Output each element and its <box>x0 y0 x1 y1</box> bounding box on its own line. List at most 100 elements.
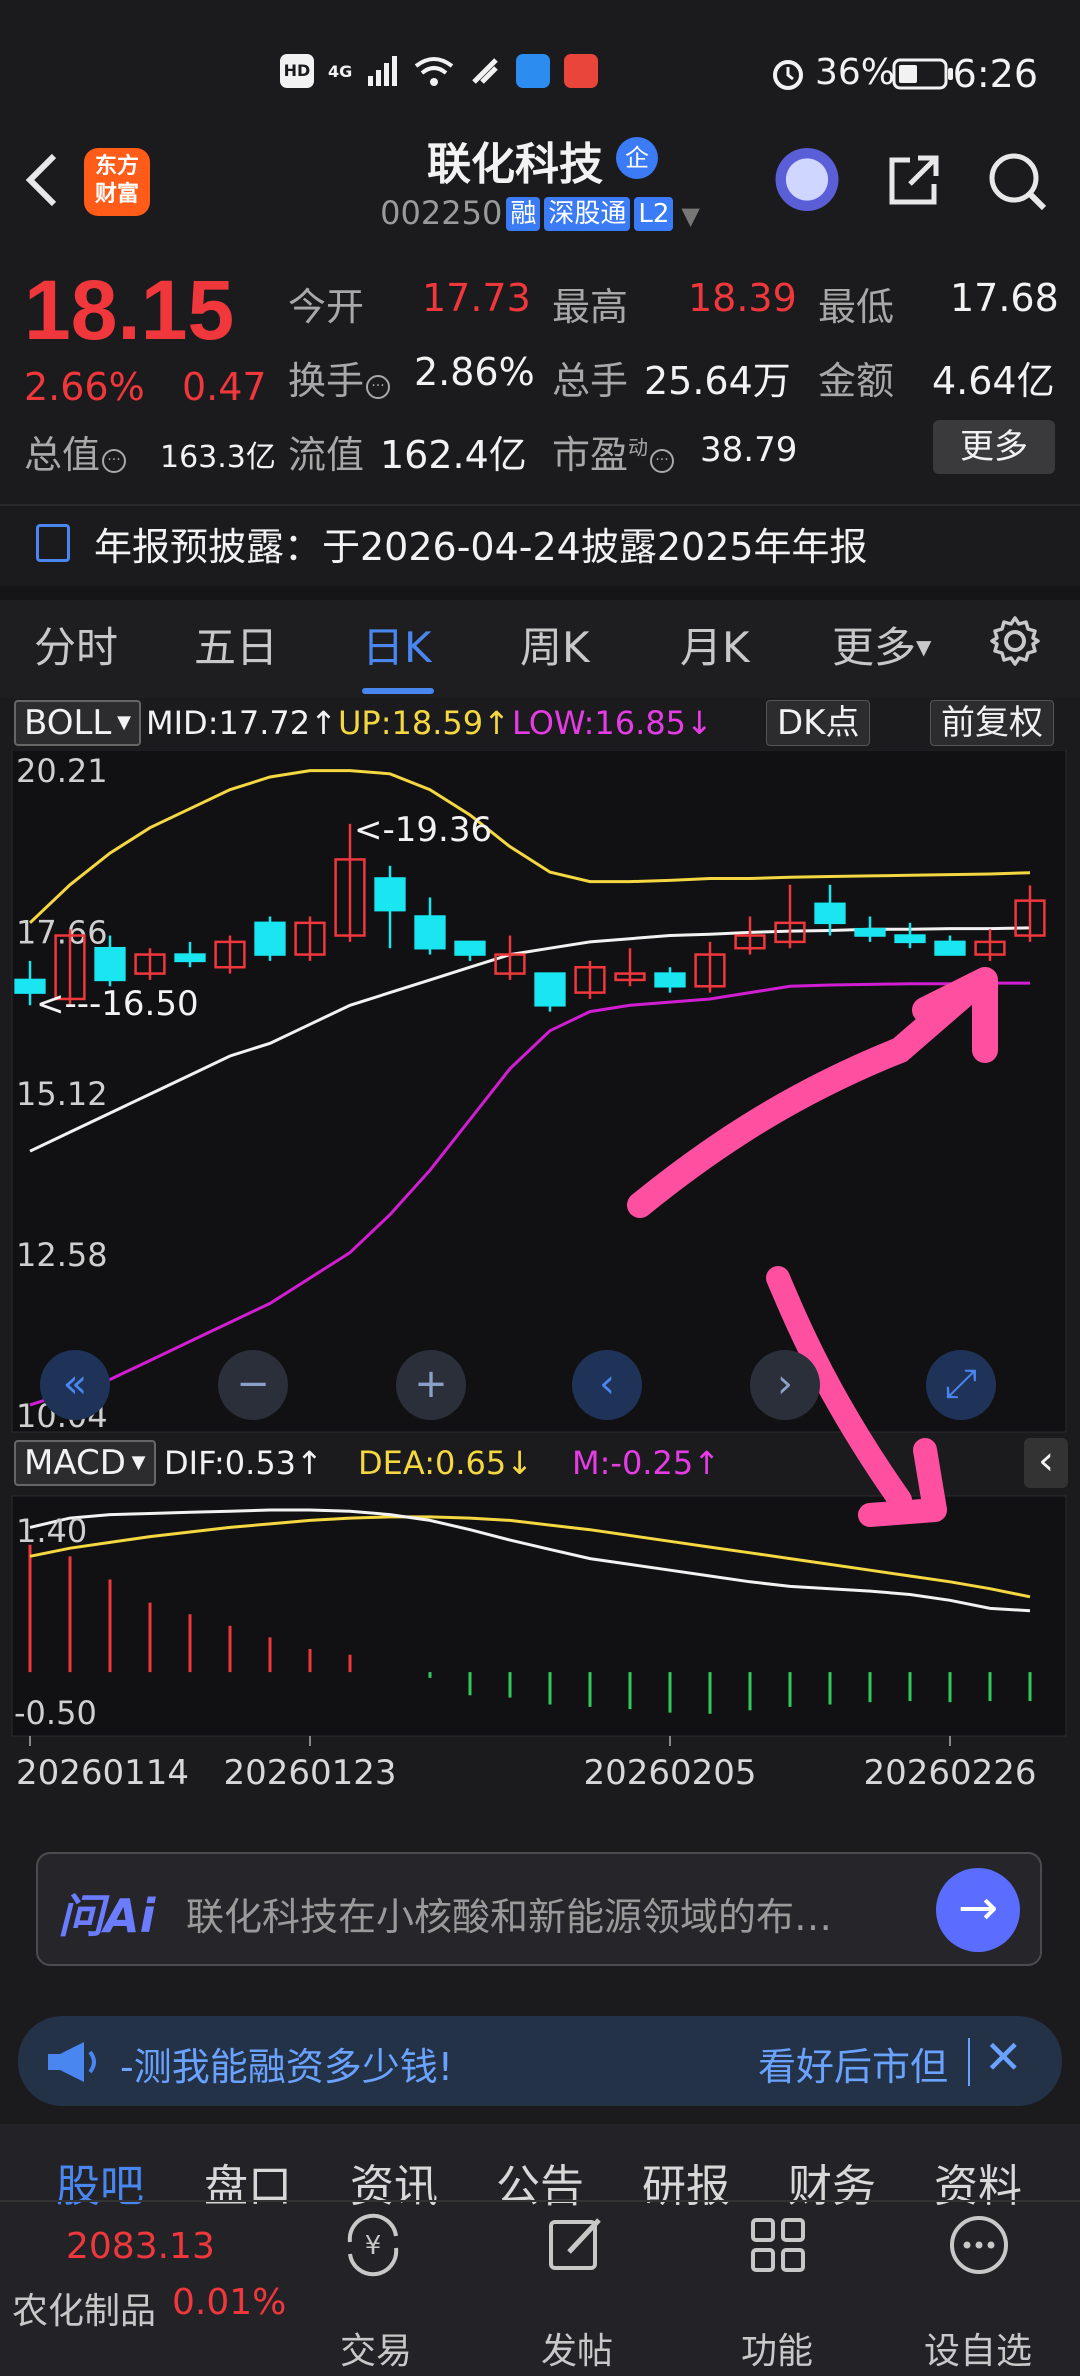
date-label: 20260114 <box>16 1753 189 1793</box>
apps-grid-icon[interactable] <box>745 2212 811 2278</box>
info-dots-icon[interactable]: ··· <box>650 449 675 473</box>
macd-dif: DIF:0.53↑ <box>164 1444 323 1482</box>
stock-code: 002250 <box>380 194 503 232</box>
high-annotation: <-19.36 <box>354 810 493 850</box>
boll-selector[interactable]: BOLL ▼ <box>14 700 141 746</box>
gear-icon[interactable] <box>988 614 1042 668</box>
tab-profile[interactable]: 资料 <box>934 2150 1022 2214</box>
status-icons: HD 4G <box>280 54 599 88</box>
network-4g-icon: 4G <box>328 61 353 81</box>
candle-body <box>414 915 446 950</box>
promo-text-left[interactable]: -测我能融资多少钱! <box>120 2036 453 2091</box>
data-saver-icon <box>472 58 499 84</box>
compose-icon[interactable] <box>543 2212 609 2278</box>
ai-robot-avatar[interactable] <box>772 148 842 218</box>
macd-dea: DEA:0.65↓ <box>358 1444 534 1482</box>
tab-five-day[interactable]: 五日 <box>194 614 278 675</box>
report-icon <box>36 524 70 562</box>
candle-body <box>254 921 286 956</box>
ai-suggestion-text[interactable]: 联化科技在小核酸和新能源领域的布… <box>186 1886 906 1941</box>
tab-weekly-k[interactable]: 周K <box>520 614 590 675</box>
battery-icon <box>892 58 953 90</box>
candle-body <box>814 902 846 925</box>
chevron-down-icon[interactable]: ▼ <box>681 202 699 230</box>
scroll-start-button[interactable]: « <box>40 1350 110 1420</box>
hd-icon: HD <box>280 54 314 88</box>
tab-intraday[interactable]: 分时 <box>34 614 118 675</box>
search-icon[interactable] <box>986 150 1048 212</box>
share-icon[interactable] <box>884 150 944 210</box>
promo-divider <box>968 2038 970 2086</box>
battery-percent: 36% <box>815 52 896 93</box>
amount-label: 金额 <box>818 359 895 403</box>
zoom-in-button[interactable]: + <box>396 1350 466 1420</box>
tab-order-book[interactable]: 盘口 <box>204 2150 292 2214</box>
active-tab-indicator <box>362 688 434 694</box>
svg-text:¥: ¥ <box>365 2231 382 2261</box>
pe-value: 38.79 <box>700 430 798 470</box>
macd-selector[interactable]: MACD ▼ <box>14 1440 156 1486</box>
tab-research[interactable]: 研报 <box>642 2150 730 2214</box>
dk-point-button[interactable]: DK点 <box>766 700 871 746</box>
price-tick-label: 20.21 <box>16 752 108 790</box>
collapse-panel-button[interactable]: ‹ <box>1024 1438 1068 1488</box>
alarm-icon <box>773 60 803 90</box>
clock: 6:26 <box>952 52 1038 96</box>
macd-indicator-row: MACD ▼ DIF:0.53↑ DEA:0.65↓ M:-0.25↑ ‹ <box>0 1438 1080 1488</box>
notice-text[interactable]: 年报预披露：于2026-04-24披露2025年年报 <box>94 516 868 571</box>
ai-send-button[interactable]: → <box>936 1868 1020 1952</box>
more-dots-icon[interactable] <box>946 2212 1012 2278</box>
volume-value: 25.64万 <box>644 359 791 403</box>
scroll-right-button[interactable]: › <box>750 1350 820 1420</box>
pe-label[interactable]: 市盈动··· <box>552 424 675 479</box>
tag-l2: L2 <box>634 197 674 231</box>
candle-body <box>934 940 966 956</box>
nav-functions[interactable]: 功能 <box>741 2322 813 2374</box>
price-panel-bg <box>11 750 1067 1433</box>
tab-stock-forum[interactable]: 股吧 <box>56 2150 144 2214</box>
sector-name[interactable]: 农化制品 <box>12 2282 156 2334</box>
promo-text-right[interactable]: 看好后市但 <box>758 2036 948 2091</box>
ai-logo: 问Ai <box>58 1889 156 1943</box>
market-cap-label[interactable]: 总值 ··· <box>24 424 127 479</box>
sector-index-value[interactable]: 2083.13 <box>66 2226 215 2267</box>
date-label: 20260205 <box>583 1753 756 1793</box>
candle-body <box>894 934 926 944</box>
amount-value: 4.64亿 <box>932 359 1055 403</box>
more-quote-button[interactable]: 更多 <box>933 420 1055 474</box>
adjust-price-button[interactable]: 前复权 <box>930 700 1054 746</box>
macd-axis-top: 1.40 <box>16 1512 87 1550</box>
macd-axis-bottom: -0.50 <box>14 1694 97 1732</box>
date-label: 20260123 <box>223 1753 396 1793</box>
fullscreen-button[interactable]: ⤢ <box>926 1350 996 1420</box>
tab-monthly-k[interactable]: 月K <box>680 614 750 675</box>
float-cap-value: 162.4亿 <box>380 433 527 477</box>
turnover-label[interactable]: 换手 ··· <box>288 350 391 405</box>
tab-financials[interactable]: 财务 <box>788 2150 876 2214</box>
kline-chart[interactable]: 20.2117.6615.1212.5810.04 1.40-0.50 2026… <box>0 750 1080 1830</box>
date-label: 20260226 <box>863 1753 1036 1793</box>
info-dots-icon[interactable]: ··· <box>102 449 127 473</box>
megaphone-icon <box>48 2042 96 2082</box>
close-icon[interactable]: ✕ <box>984 2030 1023 2084</box>
zoom-out-button[interactable]: − <box>218 1350 288 1420</box>
status-bar: HD 4G 36% 6:26 <box>0 0 1080 140</box>
tab-more[interactable]: 更多▼ <box>832 614 931 675</box>
tab-daily-k[interactable]: 日K <box>362 614 432 675</box>
sector-change: 0.01% <box>172 2282 287 2323</box>
candle-body <box>94 946 126 982</box>
volume-label: 总手 <box>552 359 629 403</box>
candle-body <box>654 972 686 988</box>
nav-post[interactable]: 发帖 <box>541 2322 613 2374</box>
nav-add-watchlist[interactable]: 设自选 <box>924 2322 1032 2374</box>
trade-icon[interactable]: ¥ <box>340 2212 406 2278</box>
nav-trade[interactable]: 交易 <box>340 2322 412 2374</box>
tab-announcements[interactable]: 公告 <box>496 2150 584 2214</box>
current-price: 18.15 <box>24 263 235 357</box>
boll-mid: MID:17.72↑ <box>146 704 337 742</box>
scroll-left-button[interactable]: ‹ <box>572 1350 642 1420</box>
info-dots-icon[interactable]: ··· <box>366 375 391 399</box>
low-annotation: <---16.50 <box>36 984 199 1024</box>
tab-news[interactable]: 资讯 <box>350 2150 438 2214</box>
enterprise-badge: 企 <box>616 137 658 179</box>
